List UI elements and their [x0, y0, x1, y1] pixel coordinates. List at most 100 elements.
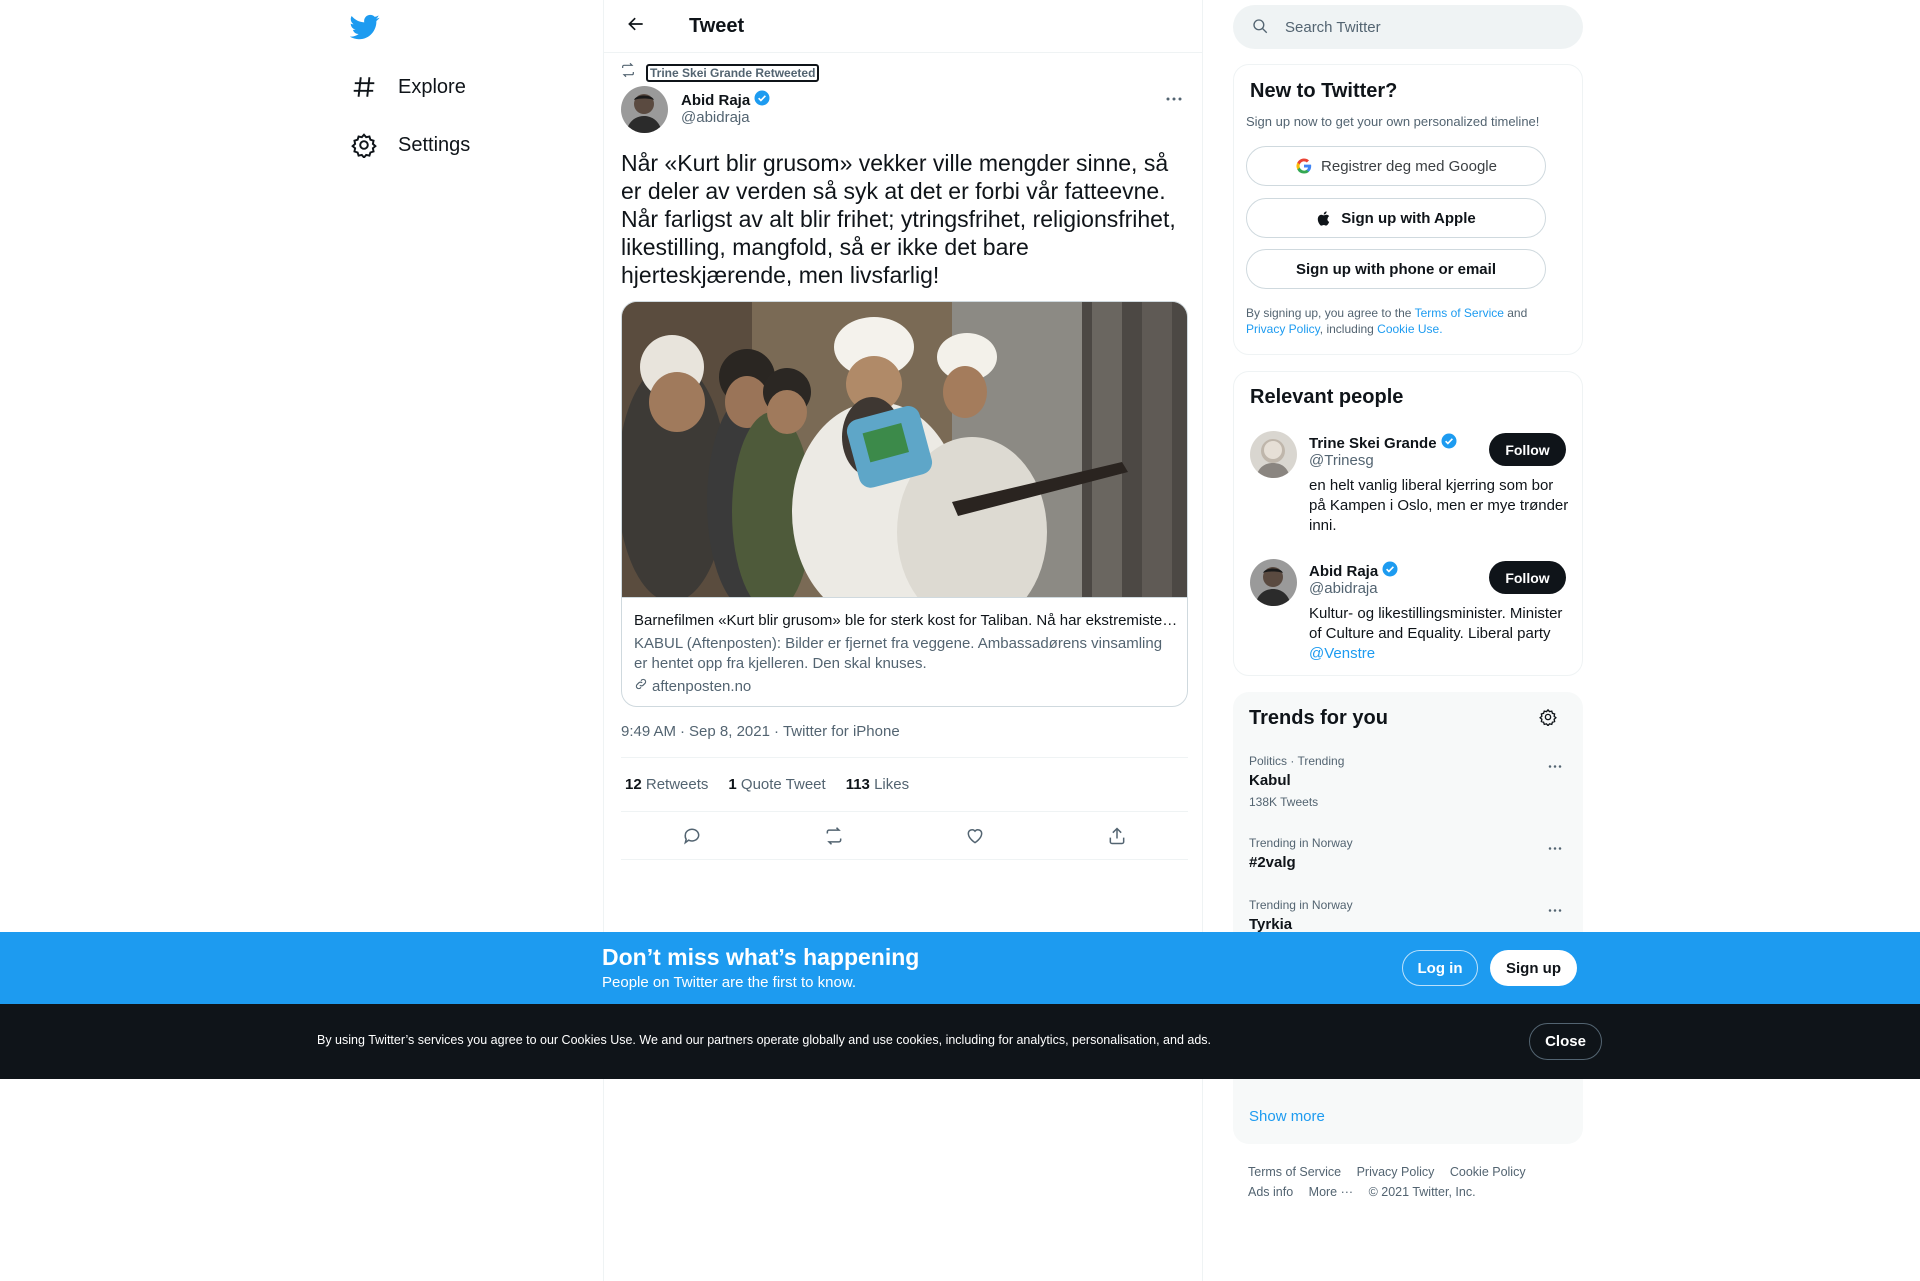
quotes-stat[interactable]: 1 Quote Tweet [728, 776, 825, 793]
likes-stat[interactable]: 113 Likes [846, 776, 909, 793]
footer-copyright: © 2021 Twitter, Inc. [1368, 1185, 1476, 1199]
signup-button[interactable]: Sign up [1490, 950, 1577, 986]
tweet-more-button[interactable] [1162, 88, 1186, 108]
retweet-action-icon[interactable] [816, 818, 852, 854]
terms-and: and [1503, 306, 1528, 320]
gear-icon [350, 131, 378, 159]
person-name[interactable]: Trine Skei Grande [1309, 432, 1458, 454]
retweets-stat[interactable]: 12 Retweets [625, 776, 708, 793]
privacy-policy-link[interactable]: Privacy Policy [1246, 322, 1320, 336]
google-signup-label: Registrer deg med Google [1321, 157, 1497, 175]
follow-button[interactable]: Follow [1489, 433, 1566, 466]
nav-settings[interactable]: Settings [350, 120, 470, 170]
trend-context: Politics · Trending [1249, 754, 1345, 768]
verified-badge-icon [1381, 560, 1399, 582]
hashtag-icon [350, 73, 378, 101]
back-button[interactable] [619, 9, 653, 43]
nav-explore[interactable]: Explore [350, 62, 466, 112]
meta-separator-1: · [680, 723, 686, 740]
google-icon [1295, 157, 1313, 175]
person-bio: Kultur- og likestillingsminister. Minist… [1309, 604, 1571, 664]
tweet-source[interactable]: Twitter for iPhone [783, 723, 900, 740]
gear-icon [1539, 708, 1557, 731]
trend-context: Trending in Norway [1249, 836, 1353, 850]
signup-banner: Don’t miss what’s happening People on Tw… [0, 932, 1920, 1004]
terms-including: , including [1319, 322, 1378, 336]
footer-cookie-link[interactable]: Cookie Policy [1450, 1165, 1526, 1179]
arrow-left-icon [626, 14, 646, 39]
footer-terms-link[interactable]: Terms of Service [1248, 1165, 1341, 1179]
search-input[interactable] [1285, 18, 1565, 36]
venstre-mention-link[interactable]: @Venstre [1309, 645, 1375, 662]
retweets-count: 12 [625, 776, 642, 793]
trend-item[interactable]: Trending in Norway #2valg [1249, 836, 1567, 871]
footer-ads-link[interactable]: Ads info [1248, 1185, 1293, 1199]
person-handle[interactable]: @Trinesg [1309, 452, 1374, 469]
meta-separator-2: · [773, 723, 779, 740]
trend-item[interactable]: Politics · Trending Kabul 138K Tweets [1249, 754, 1567, 809]
tweet-date[interactable]: Sep 8, 2021 [689, 723, 770, 740]
cookie-use-link[interactable]: Cookie Use. [1377, 322, 1442, 336]
author-name[interactable]: Abid Raja [681, 89, 771, 111]
tweet-stats: 12 Retweets 1 Quote Tweet 113 Likes [621, 757, 1188, 812]
tweet-time[interactable]: 9:49 AM [621, 723, 676, 740]
trend-name: #2valg [1249, 854, 1296, 871]
avatar[interactable] [1250, 431, 1297, 478]
likes-label: Likes [874, 776, 910, 793]
twitter-logo-icon[interactable] [349, 12, 382, 44]
new-to-twitter-subtitle: Sign up now to get your own personalized… [1246, 114, 1540, 129]
trend-item[interactable]: Trending in Norway Tyrkia [1249, 898, 1567, 933]
person-bio: en helt vanlig liberal kjerring som bor … [1309, 477, 1569, 534]
reply-icon[interactable] [674, 818, 710, 854]
person-handle[interactable]: @abidraja [1309, 580, 1378, 597]
apple-signup-button[interactable]: Sign up with Apple [1246, 198, 1546, 238]
apple-signup-label: Sign up with Apple [1341, 209, 1476, 227]
tweet-actions [621, 812, 1188, 860]
more-dots-icon[interactable] [1543, 836, 1567, 860]
google-signup-button[interactable]: Registrer deg med Google [1246, 146, 1546, 186]
more-dots-icon[interactable] [1543, 898, 1567, 922]
person-name[interactable]: Abid Raja [1309, 560, 1399, 582]
avatar[interactable] [1250, 559, 1297, 606]
login-button[interactable]: Log in [1402, 950, 1478, 986]
apple-icon [1316, 210, 1333, 227]
banner-title: Don’t miss what’s happening [602, 944, 920, 970]
person-bio-text: Kultur- og likestillingsminister. Minist… [1309, 605, 1563, 642]
terms-of-service-link[interactable]: Terms of Service [1415, 306, 1504, 320]
phone-signup-label: Sign up with phone or email [1295, 260, 1496, 278]
quotes-label: Quote Tweet [740, 776, 826, 793]
search-box[interactable] [1233, 5, 1583, 49]
more-dots-icon[interactable] [1543, 754, 1567, 778]
tweet-column: Tweet Trine Skei Grande Retweeted Abid R… [603, 0, 1203, 1281]
author-handle[interactable]: @abidraja [681, 109, 750, 126]
nav-explore-label: Explore [398, 75, 466, 98]
verified-badge-icon [753, 89, 771, 111]
link-card[interactable]: Barnefilmen «Kurt blir grusom» ble for s… [621, 301, 1188, 707]
person-name-text: Abid Raja [1309, 562, 1379, 580]
new-to-twitter-panel: New to Twitter? Sign up now to get your … [1233, 64, 1583, 355]
share-icon[interactable] [1099, 818, 1135, 854]
tweet-text: Når «Kurt blir grusom» vekker ville meng… [621, 150, 1176, 288]
like-heart-icon[interactable] [957, 818, 993, 854]
retweets-label: Retweets [645, 776, 709, 793]
trends-title: Trends for you [1249, 707, 1388, 729]
likes-count: 113 [845, 776, 870, 793]
new-to-twitter-title: New to Twitter? [1250, 80, 1398, 102]
cookie-banner: By using Twitter’s services you agree to… [0, 1004, 1920, 1079]
verified-badge-icon [1440, 432, 1458, 454]
more-dots-icon [1165, 89, 1183, 107]
follow-button[interactable]: Follow [1489, 561, 1566, 594]
footer-privacy-link[interactable]: Privacy Policy [1357, 1165, 1435, 1179]
footer-more-link[interactable]: More ··· [1309, 1185, 1353, 1199]
trend-name: Tyrkia [1249, 916, 1293, 933]
author-avatar[interactable] [621, 86, 668, 133]
card-domain: aftenposten.no [634, 677, 751, 695]
banner-subtitle: People on Twitter are the first to know. [602, 974, 857, 991]
phone-signup-button[interactable]: Sign up with phone or email [1246, 249, 1546, 289]
show-more-link[interactable]: Show more [1249, 1108, 1325, 1125]
relevant-people-panel: Relevant people Trine Skei Grande @Trine… [1233, 371, 1583, 676]
trends-settings-button[interactable] [1536, 707, 1560, 731]
cookie-close-button[interactable]: Close [1529, 1023, 1602, 1060]
card-description: KABUL (Aftenposten): Bilder er fjernet f… [634, 635, 1163, 672]
retweeted-by-link[interactable]: Trine Skei Grande Retweeted [646, 63, 820, 82]
